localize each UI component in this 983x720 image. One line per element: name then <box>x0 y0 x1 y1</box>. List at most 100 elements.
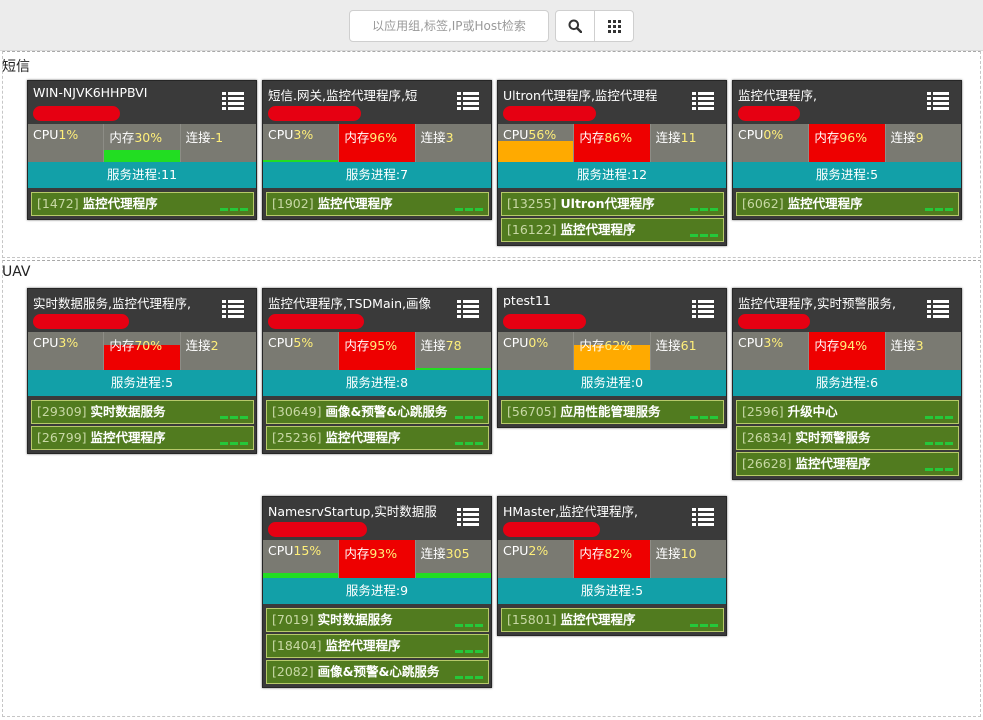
card-header: 监控代理程序,实时预警服务, <box>733 289 961 332</box>
card-header: Ultron代理程序,监控代理程 <box>498 81 726 124</box>
service-count: 5 <box>635 583 644 598</box>
process-item[interactable]: [25236] 监控代理程序 <box>266 426 489 450</box>
mem-value: 95% <box>369 338 398 353</box>
process-list: [7019] 实时数据服务 [18404] 监控代理程序 [2082] 画像&预警&… <box>263 604 491 687</box>
cpu-metric: CPU3% <box>28 332 105 370</box>
process-item[interactable]: [1902] 监控代理程序 <box>266 192 489 216</box>
process-pid: [2082] <box>272 664 314 679</box>
service-label: 服务进程: <box>576 167 632 182</box>
conn-metric: 连接2 <box>180 332 256 370</box>
list-menu-icon[interactable] <box>927 92 949 110</box>
redaction-mark <box>503 522 600 537</box>
process-item[interactable]: [56705] 应用性能管理服务 <box>501 400 724 424</box>
list-menu-icon[interactable] <box>692 508 714 526</box>
process-name: 画像&预警&心跳服务 <box>325 404 448 419</box>
metrics-row: CPU5% 内存95% 连接78 <box>263 332 491 370</box>
host-card[interactable]: 监控代理程序, CPU0% 内存96% 连接9 服务进程:5 [6062] 监控… <box>732 80 962 220</box>
process-item[interactable]: [26799] 监控代理程序 <box>31 426 254 450</box>
mem-metric: 内存94% <box>809 332 886 370</box>
process-list: [1472] 监控代理程序 <box>28 188 256 219</box>
status-dashes <box>925 208 953 211</box>
card-header: NamesrvStartup,实时数据服 <box>263 497 491 540</box>
search-input[interactable] <box>349 10 549 42</box>
process-item[interactable]: [15801] 监控代理程序 <box>501 608 724 632</box>
status-dashes <box>220 416 248 419</box>
metrics-row: CPU0% 内存96% 连接9 <box>733 124 961 162</box>
grid-view-button[interactable] <box>594 10 634 42</box>
conn-value: 10 <box>680 546 697 561</box>
service-count: 7 <box>400 167 409 182</box>
service-process-bar[interactable]: 服务进程:5 <box>498 578 726 604</box>
list-menu-icon[interactable] <box>692 92 714 110</box>
host-card[interactable]: 实时数据服务,监控代理程序, CPU3% 内存70% 连接2 服务进程:5 [2… <box>27 288 257 454</box>
host-card[interactable]: NamesrvStartup,实时数据服 CPU15% 内存93% 连接305 … <box>262 496 492 688</box>
conn-level-bar <box>415 573 491 578</box>
list-menu-icon[interactable] <box>222 92 244 110</box>
service-process-bar[interactable]: 服务进程:8 <box>263 370 491 396</box>
conn-label: 连接 <box>420 338 446 353</box>
status-dashes <box>220 208 248 211</box>
card-title: 实时数据服务,监控代理程序, <box>33 296 191 311</box>
list-menu-icon[interactable] <box>457 92 479 110</box>
redaction-mark <box>503 106 596 121</box>
host-card[interactable]: 短信.网关,监控代理程序,短 CPU3% 内存96% 连接3 服务进程:7 [1… <box>262 80 492 220</box>
process-item[interactable]: [29309] 实时数据服务 <box>31 400 254 424</box>
service-process-bar[interactable]: 服务进程:0 <box>498 370 726 396</box>
host-card[interactable]: 监控代理程序,TSDMain,画像 CPU5% 内存95% 连接78 服务进程:… <box>262 288 492 454</box>
service-process-bar[interactable]: 服务进程:11 <box>28 162 256 188</box>
process-item[interactable]: [16122] 监控代理程序 <box>501 218 724 242</box>
redaction-mark <box>268 314 364 329</box>
process-item[interactable]: [1472] 监控代理程序 <box>31 192 254 216</box>
mem-label: 内存 <box>109 130 135 145</box>
process-name: 实时数据服务 <box>317 612 393 627</box>
process-item[interactable]: [6062] 监控代理程序 <box>736 192 959 216</box>
search-button[interactable] <box>555 10 595 42</box>
process-item[interactable]: [18404] 监控代理程序 <box>266 634 489 658</box>
host-card[interactable]: ptest11 CPU0% 内存62% 连接61 服务进程:0 [56705] … <box>497 288 727 428</box>
process-item[interactable]: [30649] 画像&预警&心跳服务 <box>266 400 489 424</box>
mem-label: 内存 <box>579 130 605 145</box>
cpu-label: CPU <box>33 335 59 350</box>
conn-level-bar <box>415 368 491 370</box>
process-name: Ultron代理程序 <box>560 196 655 211</box>
service-process-bar[interactable]: 服务进程:12 <box>498 162 726 188</box>
status-dashes <box>455 676 483 679</box>
cpu-level-bar <box>263 573 339 578</box>
mem-value: 96% <box>369 130 398 145</box>
conn-metric: 连接78 <box>415 332 491 370</box>
service-process-bar[interactable]: 服务进程:5 <box>28 370 256 396</box>
process-item[interactable]: [26628] 监控代理程序 <box>736 452 959 476</box>
process-item[interactable]: [13255] Ultron代理程序 <box>501 192 724 216</box>
host-card[interactable]: 监控代理程序,实时预警服务, CPU3% 内存94% 连接3 服务进程:6 [2… <box>732 288 962 480</box>
status-dashes <box>455 416 483 419</box>
list-menu-icon[interactable] <box>457 300 479 318</box>
service-process-bar[interactable]: 服务进程:7 <box>263 162 491 188</box>
process-name: 监控代理程序 <box>325 638 401 653</box>
process-item[interactable]: [7019] 实时数据服务 <box>266 608 489 632</box>
process-item[interactable]: [26834] 实时预警服务 <box>736 426 959 450</box>
service-process-bar[interactable]: 服务进程:5 <box>733 162 961 188</box>
list-menu-icon[interactable] <box>927 300 949 318</box>
conn-metric: 连接-1 <box>180 124 256 162</box>
cpu-label: CPU <box>738 335 764 350</box>
process-name: 实时预警服务 <box>795 430 871 445</box>
process-pid: [1902] <box>272 196 314 211</box>
process-item[interactable]: [2596] 升级中心 <box>736 400 959 424</box>
host-card[interactable]: WIN-NJVK6HHPBVI CPU1% 内存30% 连接-1 服务进程:11… <box>27 80 257 220</box>
list-menu-icon[interactable] <box>222 300 244 318</box>
card-title: 监控代理程序,TSDMain,画像 <box>268 296 431 311</box>
list-menu-icon[interactable] <box>692 300 714 318</box>
status-dashes <box>925 468 953 471</box>
list-menu-icon[interactable] <box>457 508 479 526</box>
process-item[interactable]: [2082] 画像&预警&心跳服务 <box>266 660 489 684</box>
process-pid: [15801] <box>507 612 557 627</box>
service-label: 服务进程: <box>345 583 401 598</box>
process-pid: [26834] <box>742 430 792 445</box>
service-process-bar[interactable]: 服务进程:6 <box>733 370 961 396</box>
host-card[interactable]: HMaster,监控代理程序, CPU2% 内存82% 连接10 服务进程:5 … <box>497 496 727 636</box>
cpu-label: CPU <box>503 127 529 142</box>
process-pid: [25236] <box>272 430 322 445</box>
host-card[interactable]: Ultron代理程序,监控代理程 CPU56% 内存86% 连接11 服务进程:… <box>497 80 727 246</box>
service-process-bar[interactable]: 服务进程:9 <box>263 578 491 604</box>
process-name: 监控代理程序 <box>90 430 166 445</box>
